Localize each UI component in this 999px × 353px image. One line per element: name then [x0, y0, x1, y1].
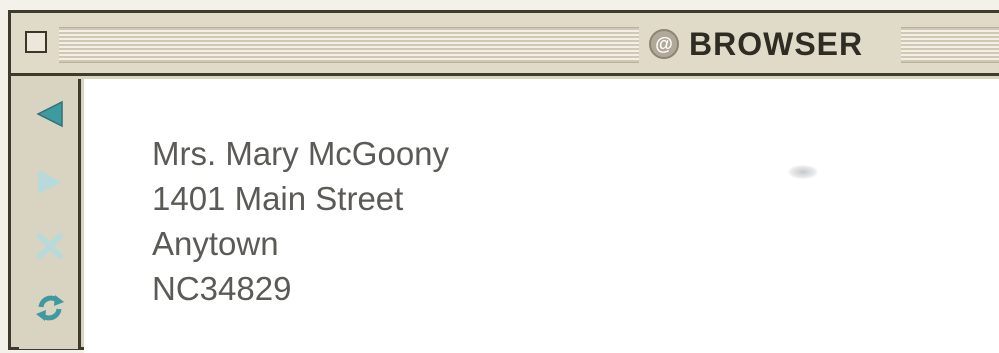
browser-window: @ BROWSER Mrs. Mary McGoony 1401 Main St…: [8, 10, 999, 353]
cursor-smudge: [788, 165, 818, 179]
address-street-line: 1401 Main Street: [152, 180, 404, 217]
title-bar-stripes-right: [901, 27, 999, 63]
title-bar-stripes-left: [59, 27, 639, 63]
stop-button[interactable]: [33, 229, 67, 263]
address-postcode-line: NC34829: [152, 270, 292, 307]
forward-button[interactable]: [33, 165, 67, 199]
title-bar[interactable]: @ BROWSER: [11, 13, 999, 76]
address-city-line: Anytown: [152, 225, 279, 262]
back-button[interactable]: [33, 97, 67, 131]
back-arrow-icon: [36, 100, 63, 128]
mailing-address: Mrs. Mary McGoony 1401 Main Street Anyto…: [152, 131, 449, 311]
window-title-text: BROWSER: [689, 25, 864, 62]
at-sign-icon: @: [649, 29, 679, 59]
close-box-button[interactable]: [25, 31, 47, 53]
window-title: @ BROWSER: [643, 23, 870, 65]
forward-arrow-icon: [38, 170, 62, 194]
navigation-toolbar: [19, 79, 81, 349]
page-content: Mrs. Mary McGoony 1401 Main Street Anyto…: [84, 79, 999, 353]
address-name-line: Mrs. Mary McGoony: [152, 135, 450, 172]
reload-button[interactable]: [33, 291, 67, 325]
stop-x-icon: [37, 233, 63, 259]
reload-icon: [36, 295, 64, 321]
